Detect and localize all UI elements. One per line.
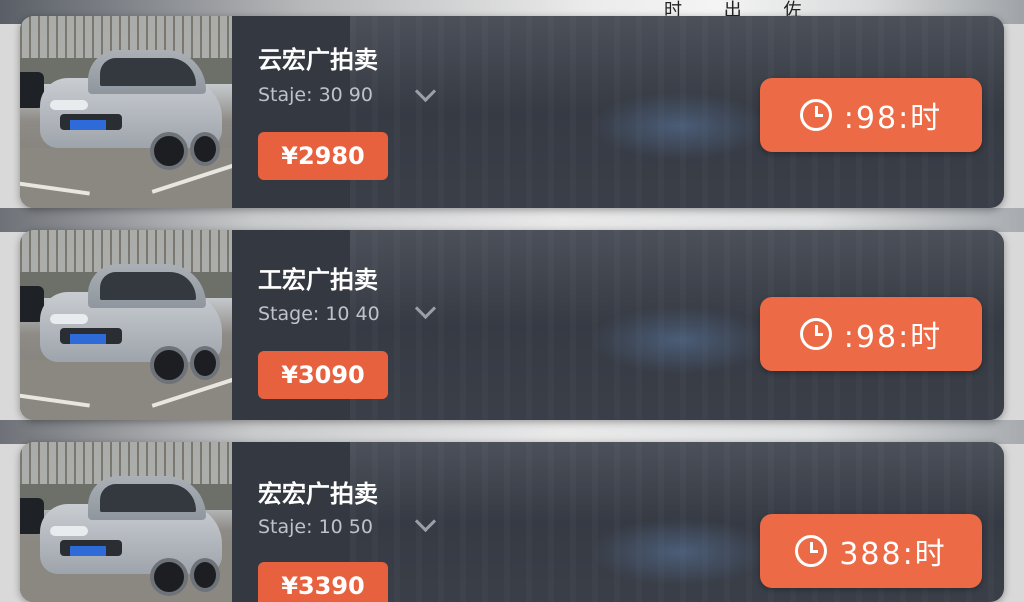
countdown-text: 388:时	[839, 537, 947, 572]
auction-card[interactable]: 工宏广拍卖 Stage: 10 40 ¥3090 :98:时	[20, 230, 1004, 420]
price-badge[interactable]: ¥2980	[258, 132, 388, 180]
countdown-text: :98:时	[843, 320, 943, 355]
countdown-button[interactable]: :98:时	[760, 78, 982, 152]
auction-card[interactable]: 宏宏广拍卖 Staje: 10 50 ¥3390 388:时	[20, 442, 1004, 602]
auction-card[interactable]: 云宏广拍卖 Staje: 30 90 ¥2980 :98:时	[20, 16, 1004, 208]
price-badge[interactable]: ¥3090	[258, 351, 388, 399]
separator-band	[0, 208, 1024, 232]
listing-title: 工宏广拍卖	[258, 266, 378, 294]
separator-band	[0, 420, 1024, 444]
countdown-text: :98:时	[843, 101, 943, 136]
listing-title: 云宏广拍卖	[258, 46, 378, 74]
listing-title: 宏宏广拍卖	[258, 480, 378, 508]
car-thumbnail[interactable]	[20, 230, 232, 420]
price-badge[interactable]: ¥3390	[258, 562, 388, 602]
clock-icon	[799, 318, 832, 350]
clock-icon	[799, 99, 832, 131]
car-thumbnail[interactable]	[20, 16, 232, 208]
clock-icon	[795, 535, 828, 567]
listing-stage: Staje: 10 50	[258, 516, 373, 538]
countdown-button[interactable]: :98:时	[760, 297, 982, 371]
car-thumbnail[interactable]	[20, 442, 232, 602]
countdown-button[interactable]: 388:时	[760, 514, 982, 588]
listing-stage: Staje: 30 90	[258, 84, 373, 106]
listing-stage: Stage: 10 40	[258, 303, 380, 325]
